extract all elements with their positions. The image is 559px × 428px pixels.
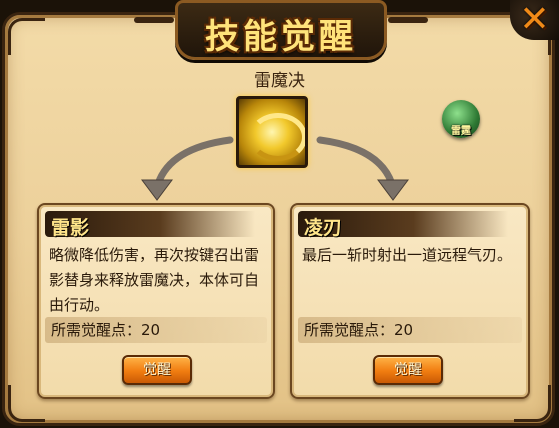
awaken-cost-text: 所需觉醒点：20 xyxy=(304,321,414,339)
awaken-cost-text: 所需觉醒点：20 xyxy=(51,321,161,339)
awaken-button-left[interactable]: 觉醒 xyxy=(122,355,192,385)
right-branch-arrow xyxy=(316,136,396,188)
option-description: 略微降低伤害，再次按键召出雷影替身来释放雷魔决，本体可自由行动。 xyxy=(49,246,260,314)
option-title: 凌刃 xyxy=(304,217,343,239)
right-arrow-head xyxy=(377,179,409,201)
option-description: 最后一斩时射出一道远程气刃。 xyxy=(302,246,513,264)
left-branch-arrow xyxy=(154,136,234,188)
option-panel-left: 雷影 略微降低伤害，再次按键召出雷影替身来释放雷魔决，本体可自由行动。 所需觉醒… xyxy=(37,203,275,399)
awaken-button-right[interactable]: 觉醒 xyxy=(373,355,443,385)
option-panel-right: 凌刃 最后一斩时射出一道远程气刃。 所需觉醒点：20 觉醒 xyxy=(290,203,530,399)
awaken-cost-row: 所需觉醒点：20 xyxy=(298,317,522,343)
left-arrow-head xyxy=(141,179,173,201)
awaken-cost-row: 所需觉醒点：20 xyxy=(45,317,267,343)
option-title: 雷影 xyxy=(51,217,90,239)
